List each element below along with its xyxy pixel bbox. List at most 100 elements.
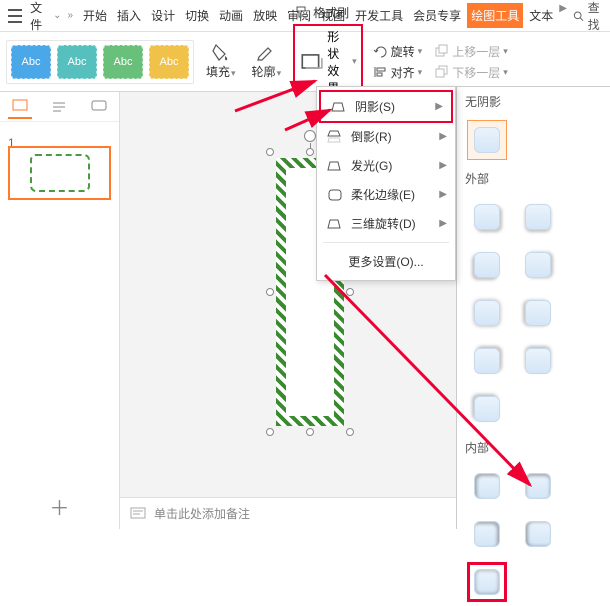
submenu-arrow-icon: ▶ <box>439 131 447 142</box>
style-preset-1[interactable]: Abc <box>11 45 51 79</box>
rotation-3d-icon <box>327 217 343 231</box>
shadow-outer-1[interactable] <box>467 197 507 237</box>
submenu-arrow-icon: ▶ <box>439 160 447 171</box>
resize-handle-bl[interactable] <box>266 428 274 436</box>
shadow-inner-3[interactable] <box>467 514 507 554</box>
shadow-inner-1[interactable] <box>467 466 507 506</box>
style-preset-4[interactable]: Abc <box>149 45 189 79</box>
tabs-overflow-icon[interactable]: ▶ <box>559 3 567 28</box>
file-menu[interactable]: 文件 <box>30 0 49 33</box>
align-label: 对齐 <box>391 64 415 81</box>
menu-item-label: 柔化边缘(E) <box>351 186 415 203</box>
search-box[interactable]: 查找 <box>573 0 606 33</box>
rotate-icon <box>373 44 389 58</box>
resize-handle-ml[interactable] <box>266 288 274 296</box>
hamburger-icon[interactable] <box>8 9 22 23</box>
menu-more-settings[interactable]: 更多设置(O)... <box>317 247 455 276</box>
send-backward-button[interactable]: 下移一层▾ <box>432 63 510 82</box>
menu-item-label: 阴影(S) <box>355 98 395 115</box>
notes-placeholder: 单击此处添加备注 <box>154 505 250 522</box>
menu-item-soft-edges[interactable]: 柔化边缘(E) ▶ <box>317 180 455 209</box>
bring-forward-icon <box>434 44 450 58</box>
glow-icon <box>327 159 343 173</box>
shadow-outer-3[interactable] <box>467 245 507 285</box>
gallery-section-none: 无阴影 <box>457 87 610 116</box>
menu-item-reflection[interactable]: 倒影(R) ▶ <box>317 122 455 151</box>
shape-styles-gallery[interactable]: Abc Abc Abc Abc <box>6 40 194 84</box>
slide-thumbnail-1[interactable] <box>8 146 111 200</box>
send-backward-icon <box>434 65 450 79</box>
shadow-outer-8[interactable] <box>518 341 558 381</box>
soft-edges-icon <box>327 188 343 202</box>
shadow-none[interactable] <box>467 120 507 160</box>
rotation-handle[interactable] <box>304 130 316 142</box>
send-backward-label: 下移一层 <box>452 64 500 81</box>
tab-transition[interactable]: 切换 <box>181 3 213 28</box>
shadow-icon <box>331 100 347 114</box>
menu-item-shadow[interactable]: 阴影(S) ▶ <box>319 90 453 123</box>
tab-design[interactable]: 设计 <box>147 3 179 28</box>
menu-item-label: 发光(G) <box>351 157 392 174</box>
format-painter-icon <box>295 5 311 19</box>
shadow-outer-6[interactable] <box>518 293 558 333</box>
shadow-outer-2[interactable] <box>518 197 558 237</box>
menu-item-3d-rotation[interactable]: 三维旋转(D) ▶ <box>317 209 455 238</box>
shadow-inner-4[interactable] <box>518 514 558 554</box>
resize-handle-br[interactable] <box>346 428 354 436</box>
outline-button[interactable]: 轮廓▾ <box>248 32 286 91</box>
shadow-inner-5[interactable] <box>467 562 507 602</box>
align-button[interactable]: 对齐▾ <box>371 63 425 82</box>
rotate-button[interactable]: 旋转▾ <box>371 42 425 61</box>
chevron-down-icon: ⌄ <box>53 10 61 21</box>
tab-animation[interactable]: 动画 <box>215 3 247 28</box>
style-preset-3[interactable]: Abc <box>103 45 143 79</box>
add-slide-button[interactable]: ＋ <box>50 492 70 521</box>
gallery-section-inner: 内部 <box>457 433 610 462</box>
shape-effect-menu: 阴影(S) ▶ 倒影(R) ▶ 发光(G) ▶ 柔化边缘(E) ▶ 三维旋转(D… <box>316 86 456 281</box>
tab-insert[interactable]: 插入 <box>113 3 145 28</box>
format-painter-label: 格式刷 <box>313 4 349 21</box>
shadow-gallery: 无阴影 外部 内部 <box>456 86 610 529</box>
outline-icon <box>256 43 276 61</box>
fill-button[interactable]: 填充▾ <box>202 32 240 91</box>
style-preset-2[interactable]: Abc <box>57 45 97 79</box>
resize-handle-tm[interactable] <box>306 148 314 156</box>
menu-item-label: 三维旋转(D) <box>351 215 416 232</box>
shadow-outer-7[interactable] <box>467 341 507 381</box>
menu-item-glow[interactable]: 发光(G) ▶ <box>317 151 455 180</box>
resize-handle-bm[interactable] <box>306 428 314 436</box>
tab-text[interactable]: 文本 <box>525 3 557 28</box>
reflection-icon <box>327 130 343 144</box>
ribbon: Abc Abc Abc Abc 填充▾ 轮廓▾ 格式刷 形状效果▾ 组合▾ 旋转… <box>0 32 610 92</box>
tab-member[interactable]: 会员专享 <box>409 3 465 28</box>
fill-label: 填充▾ <box>206 63 236 80</box>
comment-icon <box>91 100 107 114</box>
slides-icon <box>12 99 28 113</box>
tab-drawing-tools[interactable]: 绘图工具 <box>467 3 523 28</box>
outline-view-icon <box>51 100 67 114</box>
tab-slideshow[interactable]: 放映 <box>249 3 281 28</box>
format-painter-button[interactable]: 格式刷 <box>293 3 363 22</box>
submenu-arrow-icon: ▶ <box>439 189 447 200</box>
shadow-outer-9[interactable] <box>467 389 507 429</box>
shape-effect-icon <box>299 50 325 73</box>
tab-start[interactable]: 开始 <box>79 3 111 28</box>
outline-label: 轮廓▾ <box>252 63 282 80</box>
bring-forward-button[interactable]: 上移一层▾ <box>432 42 510 61</box>
align-icon <box>373 65 389 79</box>
search-label: 查找 <box>588 0 606 33</box>
resize-handle-mr[interactable] <box>346 288 354 296</box>
shadow-outer-4[interactable] <box>518 245 558 285</box>
rotate-label: 旋转 <box>391 43 415 60</box>
overflow-icon[interactable]: » <box>67 10 73 21</box>
search-icon <box>573 9 584 23</box>
slide-panel: 1 ＋ <box>0 92 120 529</box>
shadow-outer-5[interactable] <box>467 293 507 333</box>
outline-tab[interactable] <box>47 95 71 119</box>
shadow-inner-2[interactable] <box>518 466 558 506</box>
slides-tab[interactable] <box>8 95 32 119</box>
arrange-group: 旋转▾ 对齐▾ <box>371 42 425 82</box>
slide-thumbnails: 1 <box>0 122 119 210</box>
resize-handle-tl[interactable] <box>266 148 274 156</box>
comments-tab[interactable] <box>87 95 111 119</box>
